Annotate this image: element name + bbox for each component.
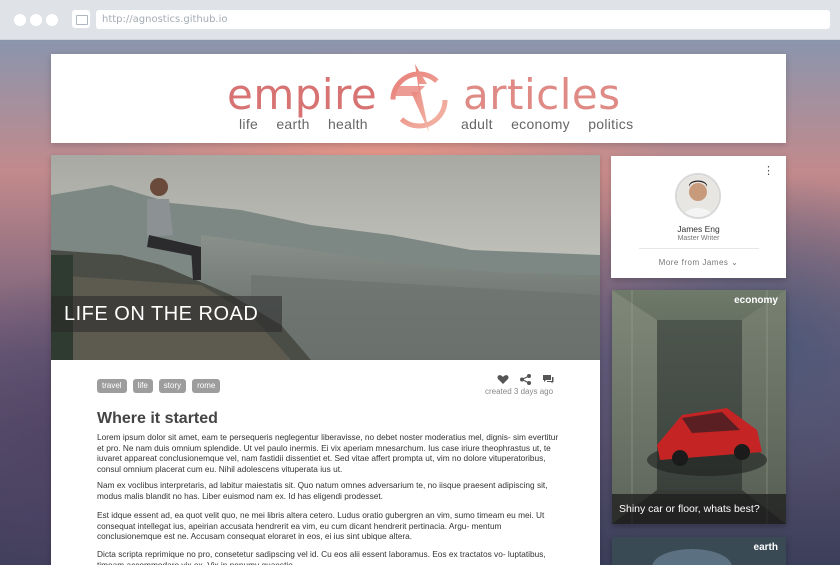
window-maximize-dot[interactable] (46, 14, 58, 26)
site-header: empire articles life earth health adult … (51, 54, 786, 143)
side-card-category: earth (753, 542, 778, 553)
brand-word-left[interactable]: empire (227, 70, 377, 119)
author-name[interactable]: James Eng (611, 224, 786, 234)
tag-travel[interactable]: travel (97, 379, 127, 393)
article-card: LIFE ON THE ROAD travel life story rome cre… (51, 155, 600, 565)
window-minimize-dot[interactable] (30, 14, 42, 26)
more-options-icon[interactable]: ⋮ (763, 164, 774, 177)
tag-life[interactable]: life (132, 379, 153, 393)
brand-word-right[interactable]: articles (463, 70, 621, 119)
brand-logo-icon[interactable] (385, 62, 453, 134)
nav-item-health[interactable]: health (328, 116, 368, 132)
author-card: ⋮ James Eng Master Writer More from Jame… (611, 156, 786, 278)
paragraph: Dicta scripta reprimique no pro, consete… (97, 549, 546, 565)
nav-left: life earth health (239, 116, 382, 132)
browser-toolbar: http://agnostics.github.io (0, 0, 840, 40)
side-card-title: Shiny car or floor, whats best? (612, 494, 786, 524)
author-role: Master Writer (677, 235, 720, 242)
window-close-dot[interactable] (14, 14, 26, 26)
tab-icon[interactable] (72, 10, 90, 28)
divider (639, 248, 759, 249)
tag-rome[interactable]: rome (192, 379, 221, 393)
tag-list: travel life story rome (97, 375, 226, 393)
paragraph: Lorem ipsum dolor sit amet, eam te perse… (97, 432, 559, 474)
nav-item-politics[interactable]: politics (588, 116, 633, 132)
address-bar[interactable]: http://agnostics.github.io (96, 10, 830, 29)
more-from-author-label: More from James (658, 258, 729, 267)
more-from-author-button[interactable]: More from James ⌄ (611, 258, 786, 267)
paragraph: Nam ex voclibus interpretaris, ad labitu… (97, 480, 548, 501)
nav-item-adult[interactable]: adult (461, 116, 493, 132)
article-title: LIFE ON THE ROAD (51, 296, 283, 332)
section-heading: Where it started (97, 410, 218, 427)
nav-right: adult economy politics (461, 116, 647, 132)
chevron-down-icon: ⌄ (731, 258, 739, 267)
created-timestamp: created 3 days ago (485, 387, 554, 396)
article-hero-image: LIFE ON THE ROAD (51, 155, 600, 360)
nav-item-life[interactable]: life (239, 116, 258, 132)
side-article-card-earth[interactable]: earth (612, 537, 786, 565)
side-article-image (612, 290, 786, 524)
paragraph: Est idque essent ad, ea quot velit quo, … (97, 510, 545, 542)
avatar[interactable] (675, 173, 721, 219)
side-article-card-economy[interactable]: economy Shiny car or floor, whats best? (612, 290, 786, 524)
tag-story[interactable]: story (158, 379, 187, 393)
article-actions (491, 372, 571, 386)
side-card-category: economy (734, 295, 778, 306)
nav-item-economy[interactable]: economy (511, 116, 570, 132)
nav-item-earth[interactable]: earth (276, 116, 309, 132)
